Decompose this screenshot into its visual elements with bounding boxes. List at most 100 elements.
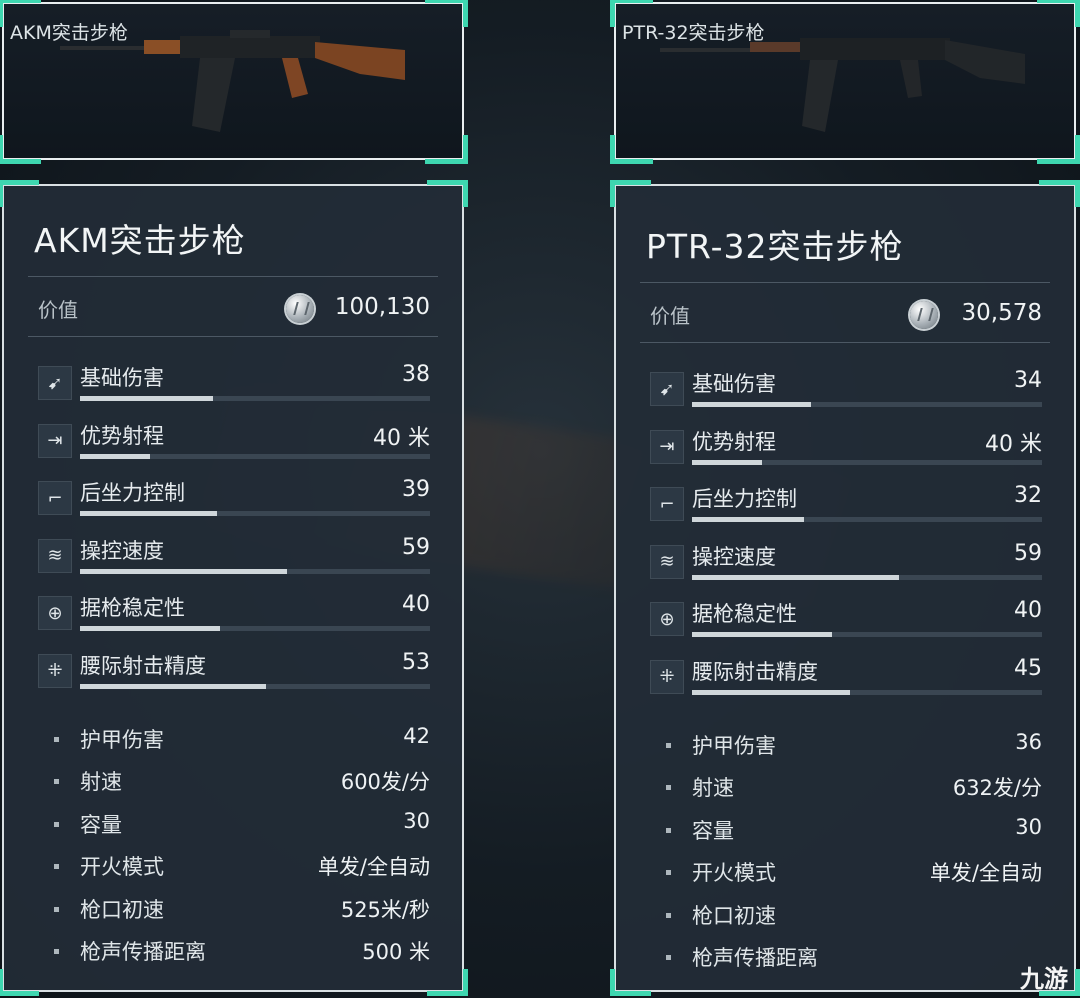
stat-bar bbox=[692, 632, 1042, 637]
bullet bbox=[54, 906, 59, 912]
attribute-value: 30 bbox=[1015, 814, 1042, 839]
stat-row: ⊕ 据枪稳定性 40 bbox=[650, 598, 1042, 646]
attribute-label: 枪口初速 bbox=[80, 897, 164, 922]
stat-value: 53 bbox=[402, 649, 430, 675]
stat-bar bbox=[80, 683, 430, 689]
value-label: 价值 bbox=[38, 298, 78, 322]
stat-bar bbox=[692, 574, 1042, 580]
stat-bar-fill bbox=[80, 396, 213, 401]
attribute-label: 射速 bbox=[80, 770, 122, 795]
stat-bar-fill bbox=[692, 402, 811, 407]
stat-row: ≋ 操控速度 59 bbox=[650, 541, 1042, 589]
stat-label: 优势射程 bbox=[692, 429, 776, 454]
stat-bar bbox=[80, 626, 430, 631]
stat-bar-fill bbox=[692, 689, 850, 695]
stat-value: 45 bbox=[1014, 655, 1042, 681]
stat-bar bbox=[692, 689, 1042, 695]
handling-icon: ≋ bbox=[38, 538, 72, 573]
stat-value: 40 bbox=[402, 592, 430, 617]
range-icon: ⇥ bbox=[650, 429, 684, 464]
stat-value: 40 米 bbox=[373, 425, 430, 451]
stat-value: 59 bbox=[1014, 540, 1042, 566]
stat-row: ⁜ 腰际射击精度 53 bbox=[38, 650, 430, 698]
attribute-row: 容量 30 bbox=[54, 809, 430, 841]
stat-label: 后坐力控制 bbox=[80, 481, 185, 505]
stat-label: 腰际射击精度 bbox=[692, 659, 818, 684]
stat-row: ➹ 基础伤害 38 bbox=[38, 362, 430, 410]
hipfire-icon: ⁜ bbox=[38, 653, 72, 688]
attribute-value: 632发/分 bbox=[952, 776, 1042, 801]
stats-panel-akm: AKM突击步枪 价值 100,130 ➹ 基础伤害 38 ⇥ 优势射程 40 米 ⌐ 后坐力控制 39… bbox=[0, 180, 468, 996]
weapon-card-ptr32[interactable]: PTR-32突击步枪 bbox=[610, 0, 1080, 164]
crosshair-icon: ⊕ bbox=[650, 602, 684, 636]
weapon-title: PTR-32突击步枪 bbox=[646, 227, 904, 266]
bullet bbox=[666, 912, 671, 918]
stat-bar-fill bbox=[692, 574, 899, 580]
bullet bbox=[666, 955, 671, 960]
stat-value: 59 bbox=[402, 534, 430, 560]
stat-row: ⌐ 后坐力控制 39 bbox=[38, 477, 430, 525]
divider bbox=[640, 282, 1050, 283]
handling-icon: ≋ bbox=[650, 544, 684, 579]
stat-label: 据枪稳定性 bbox=[80, 596, 185, 620]
attribute-label: 容量 bbox=[692, 818, 734, 843]
damage-icon: ➹ bbox=[650, 372, 684, 406]
bullet bbox=[54, 949, 59, 954]
attribute-row: 开火模式 单发/全自动 bbox=[666, 857, 1042, 889]
divider bbox=[28, 276, 438, 277]
stat-value: 40 米 bbox=[985, 431, 1042, 457]
bullet bbox=[54, 779, 59, 785]
hipfire-icon: ⁜ bbox=[650, 659, 684, 694]
attribute-label: 开火模式 bbox=[692, 861, 776, 886]
attribute-row: 护甲伤害 42 bbox=[54, 724, 430, 756]
stat-bar bbox=[692, 517, 1042, 522]
stat-row: ⁜ 腰际射击精度 45 bbox=[650, 656, 1042, 704]
stat-label: 腰际射击精度 bbox=[80, 653, 206, 678]
bullet bbox=[666, 785, 671, 791]
attribute-row: 护甲伤害 36 bbox=[666, 730, 1042, 762]
stat-bar-fill bbox=[80, 626, 220, 631]
stat-bar bbox=[80, 396, 430, 401]
stat-row: ⊕ 据枪稳定性 40 bbox=[38, 592, 430, 640]
bullet bbox=[666, 743, 671, 748]
bullet bbox=[54, 821, 59, 827]
stat-value: 39 bbox=[402, 477, 430, 502]
stat-label: 据枪稳定性 bbox=[692, 602, 797, 626]
stat-label: 基础伤害 bbox=[80, 366, 164, 390]
stat-label: 后坐力控制 bbox=[692, 487, 797, 511]
attribute-label: 护甲伤害 bbox=[692, 734, 776, 758]
attribute-value: 单发/全自动 bbox=[317, 855, 430, 880]
damage-icon: ➹ bbox=[38, 366, 72, 400]
stat-value: 32 bbox=[1014, 483, 1042, 508]
akm-rifle-image bbox=[60, 30, 405, 132]
stat-row: ⇥ 优势射程 40 米 bbox=[650, 426, 1042, 474]
attribute-label: 开火模式 bbox=[80, 855, 164, 880]
stat-value: 38 bbox=[402, 362, 430, 387]
stat-row: ≋ 操控速度 59 bbox=[38, 535, 430, 583]
attribute-row: 枪声传播距离 500 米 bbox=[54, 936, 430, 968]
stat-bar-fill bbox=[80, 511, 217, 516]
stat-bar-fill bbox=[692, 459, 762, 465]
bullet bbox=[666, 827, 671, 833]
brand-logo: 九游 bbox=[1020, 965, 1068, 993]
attribute-row: 射速 600发/分 bbox=[54, 766, 430, 798]
attribute-row: 枪声传播距离 bbox=[666, 942, 1042, 974]
stat-bar bbox=[80, 511, 430, 516]
stats-panel-ptr32: PTR-32突击步枪 价值 30,578 ➹ 基础伤害 34 ⇥ 优势射程 40 米 ⌐ 后坐力控制… bbox=[610, 180, 1080, 996]
weapon-card-akm[interactable]: AKM突击步枪 bbox=[0, 0, 468, 164]
attribute-row: 开火模式 单发/全自动 bbox=[54, 851, 430, 883]
attribute-label: 护甲伤害 bbox=[80, 728, 164, 752]
stat-row: ⌐ 后坐力控制 32 bbox=[650, 483, 1042, 531]
crosshair-icon: ⊕ bbox=[38, 596, 72, 630]
divider bbox=[28, 336, 438, 337]
stat-bar bbox=[80, 453, 430, 459]
stat-label: 基础伤害 bbox=[692, 372, 776, 396]
stat-bar bbox=[80, 568, 430, 574]
attribute-label: 枪声传播距离 bbox=[692, 946, 818, 970]
attribute-value: 500 米 bbox=[362, 940, 430, 964]
attribute-row: 枪口初速 525米/秒 bbox=[54, 894, 430, 926]
attribute-row: 射速 632发/分 bbox=[666, 772, 1042, 804]
stat-bar bbox=[692, 459, 1042, 465]
stat-label: 优势射程 bbox=[80, 423, 164, 448]
attribute-value: 525米/秒 bbox=[340, 897, 430, 922]
